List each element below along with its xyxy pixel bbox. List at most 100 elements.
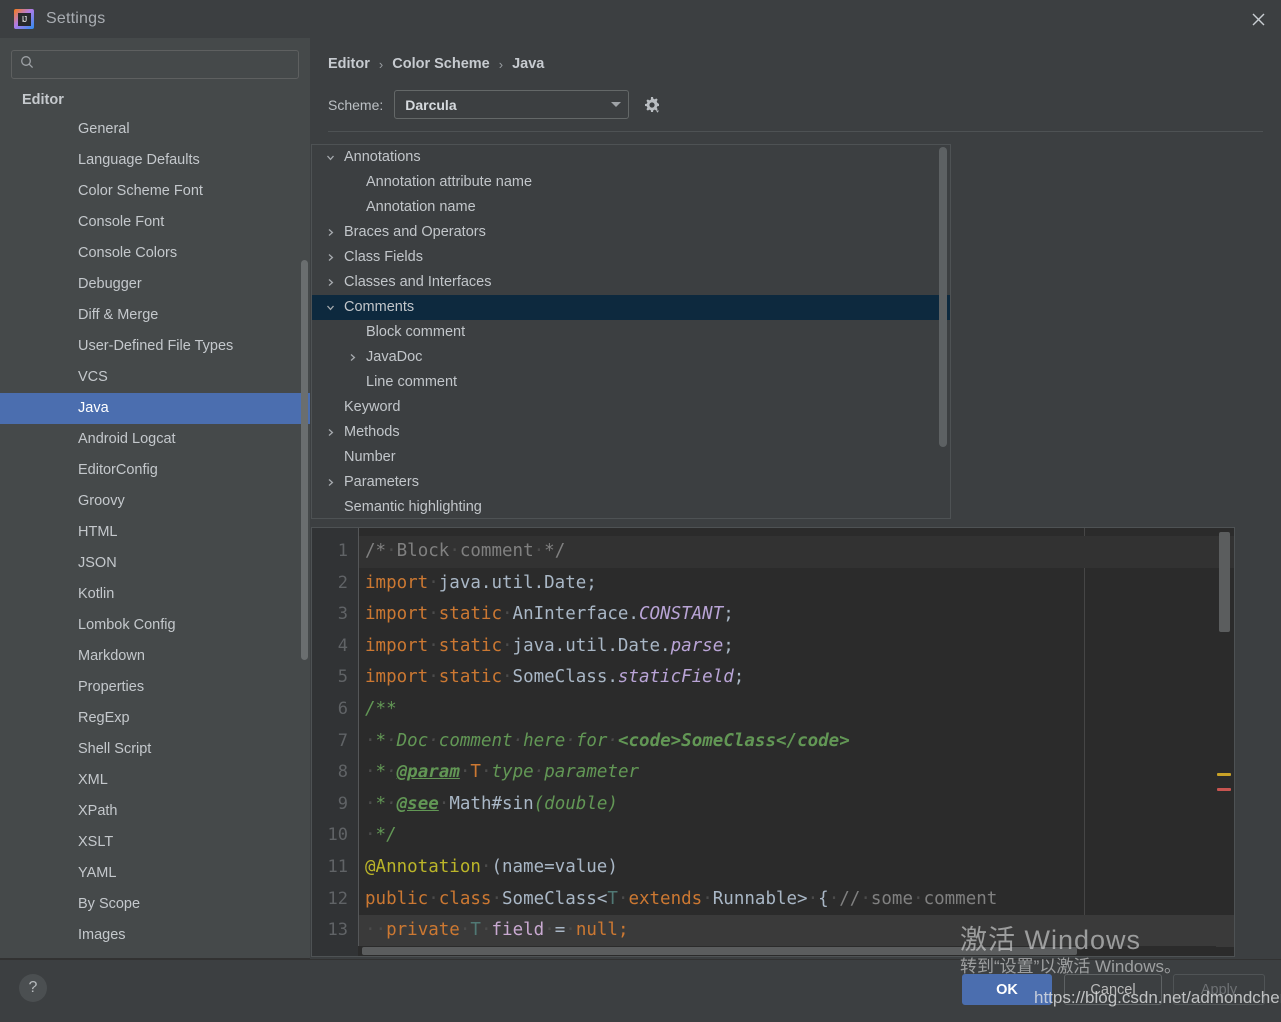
editor-code-area[interactable]: /*·Block·comment·*/ import·java.util.Date… <box>358 528 1234 956</box>
sidebar-item-label: By Scope <box>78 896 141 912</box>
apply-button[interactable]: Apply <box>1173 974 1265 1005</box>
sidebar-item-xml[interactable]: XML <box>0 765 310 796</box>
sidebar-item-label: Diff & Merge <box>78 307 159 323</box>
gear-icon[interactable] <box>640 93 664 117</box>
sidebar-item-kotlin[interactable]: Kotlin <box>0 579 310 610</box>
attribute-row-label: Braces and Operators <box>344 224 486 240</box>
sidebar-item-label: HTML <box>78 524 118 540</box>
close-icon[interactable] <box>1235 0 1281 38</box>
chevron-right-icon[interactable] <box>322 228 338 237</box>
attribute-row[interactable]: Semantic highlighting <box>312 495 950 518</box>
sidebar-item-vcs[interactable]: VCS <box>0 362 310 393</box>
sidebar-scrollbar-thumb[interactable] <box>301 260 308 660</box>
attribute-row[interactable]: Annotation name <box>312 195 950 220</box>
code-line: ·*·@param·T·type·parameter <box>365 762 640 783</box>
sidebar-item-console-colors[interactable]: Console Colors <box>0 238 310 269</box>
sidebar-item-editorconfig[interactable]: EditorConfig <box>0 455 310 486</box>
code-line: import·static·AnInterface.CONSTANT; <box>365 604 734 625</box>
sidebar-item-label: Shell Script <box>78 741 152 757</box>
code-line: import·static·SomeClass.staticField; <box>365 667 745 688</box>
attribute-row[interactable]: Parameters <box>312 470 950 495</box>
sidebar-item-properties[interactable]: Properties <box>0 672 310 703</box>
sidebar-item-label: Markdown <box>78 648 145 664</box>
attribute-row[interactable]: Number <box>312 445 950 470</box>
attribute-row[interactable]: Annotation attribute name <box>312 170 950 195</box>
sidebar-item-lombok-config[interactable]: Lombok Config <box>0 610 310 641</box>
line-number: 12 <box>327 888 348 909</box>
attribute-row-label: Annotation name <box>366 199 476 215</box>
sidebar-item-label: Debugger <box>78 276 142 292</box>
sidebar-item-regexp[interactable]: RegExp <box>0 703 310 734</box>
sidebar-item-label: Groovy <box>78 493 125 509</box>
search-box[interactable] <box>11 50 299 79</box>
attribute-row-label: Class Fields <box>344 249 423 265</box>
attribute-row[interactable]: Annotations <box>312 145 950 170</box>
sidebar-item-java[interactable]: Java <box>0 393 310 424</box>
help-button[interactable]: ? <box>19 974 47 1002</box>
attribute-row-label: Block comment <box>366 324 466 340</box>
chevron-right-icon[interactable] <box>322 278 338 287</box>
attribute-tree-scrollbar-thumb[interactable] <box>939 147 947 447</box>
chevron-right-icon[interactable] <box>344 353 360 362</box>
sidebar-item-images[interactable]: Images <box>0 920 310 951</box>
breadcrumb-item-color-scheme[interactable]: Color Scheme <box>392 56 490 72</box>
search-input[interactable] <box>41 56 290 73</box>
sidebar-item-shell-script[interactable]: Shell Script <box>0 734 310 765</box>
sidebar-item-list: General Language Defaults Color Scheme Fon… <box>0 114 310 951</box>
breadcrumb-item-java[interactable]: Java <box>512 56 544 72</box>
attribute-row[interactable]: Classes and Interfaces <box>312 270 950 295</box>
line-number: 7 <box>337 730 348 751</box>
line-number: 5 <box>337 667 348 688</box>
attribute-row[interactable]: Line comment <box>312 370 950 395</box>
attribute-row[interactable]: Keyword <box>312 395 950 420</box>
chevron-right-icon[interactable] <box>322 428 338 437</box>
chevron-right-icon[interactable] <box>322 478 338 487</box>
cancel-button[interactable]: Cancel <box>1064 974 1162 1005</box>
editor-scrollbar-thumb[interactable] <box>1219 532 1230 632</box>
attribute-row[interactable]: JavaDoc <box>312 345 950 370</box>
sidebar-item-json[interactable]: JSON <box>0 548 310 579</box>
sidebar-item-language-defaults[interactable]: Language Defaults <box>0 145 310 176</box>
ok-button[interactable]: OK <box>962 974 1052 1005</box>
attribute-row[interactable]: Comments <box>312 295 950 320</box>
attribute-row[interactable]: Block comment <box>312 320 950 345</box>
attribute-row-label: Parameters <box>344 474 419 490</box>
editor-hscrollbar-thumb[interactable] <box>362 947 1077 955</box>
sidebar-item-groovy[interactable]: Groovy <box>0 486 310 517</box>
scheme-dropdown[interactable]: Darcula <box>394 90 630 119</box>
sidebar-item-diff-merge[interactable]: Diff & Merge <box>0 300 310 331</box>
attribute-row[interactable]: Braces and Operators <box>312 220 950 245</box>
sidebar-item-color-scheme-font[interactable]: Color Scheme Font <box>0 176 310 207</box>
sidebar-group-editor: Editor <box>22 92 64 108</box>
code-line: ·*·@see·Math#sin(double) <box>365 793 618 814</box>
dialog-titlebar: IJ Settings <box>0 0 1281 38</box>
sidebar-item-xslt[interactable]: XSLT <box>0 827 310 858</box>
scheme-selected-value: Darcula <box>405 96 457 113</box>
sidebar-item-label: JSON <box>78 555 117 571</box>
chevron-down-icon[interactable] <box>322 303 338 312</box>
attribute-row[interactable]: Methods <box>312 420 950 445</box>
sidebar-item-html[interactable]: HTML <box>0 517 310 548</box>
sidebar-item-debugger[interactable]: Debugger <box>0 269 310 300</box>
sidebar-item-label: Console Colors <box>78 245 178 261</box>
breadcrumb-separator-icon: › <box>498 56 504 72</box>
sidebar-item-xpath[interactable]: XPath <box>0 796 310 827</box>
sidebar-item-user-defined-file-types[interactable]: User-Defined File Types <box>0 331 310 362</box>
sidebar-item-label: XPath <box>78 803 118 819</box>
sidebar-item-by-scope[interactable]: By Scope <box>0 889 310 920</box>
sidebar-item-general[interactable]: General <box>0 114 310 145</box>
sidebar-item-label: EditorConfig <box>78 462 158 478</box>
chevron-right-icon[interactable] <box>322 253 338 262</box>
intellij-idea-icon: IJ <box>14 9 34 29</box>
chevron-down-icon[interactable] <box>322 153 338 162</box>
sidebar-item-android-logcat[interactable]: Android Logcat <box>0 424 310 455</box>
editor-warning-marker <box>1217 773 1231 776</box>
attribute-row-label: Semantic highlighting <box>344 499 482 515</box>
sidebar-item-console-font[interactable]: Console Font <box>0 207 310 238</box>
attribute-row[interactable]: Class Fields <box>312 245 950 270</box>
window-title: Settings <box>46 10 106 27</box>
breadcrumb-item-editor[interactable]: Editor <box>328 56 370 72</box>
sidebar-item-yaml[interactable]: YAML <box>0 858 310 889</box>
sidebar-item-markdown[interactable]: Markdown <box>0 641 310 672</box>
code-preview[interactable]: 1 2 3 4 5 6 7 8 9 10 11 12 13 /*·Block·comment·*/imp… <box>311 527 1235 957</box>
